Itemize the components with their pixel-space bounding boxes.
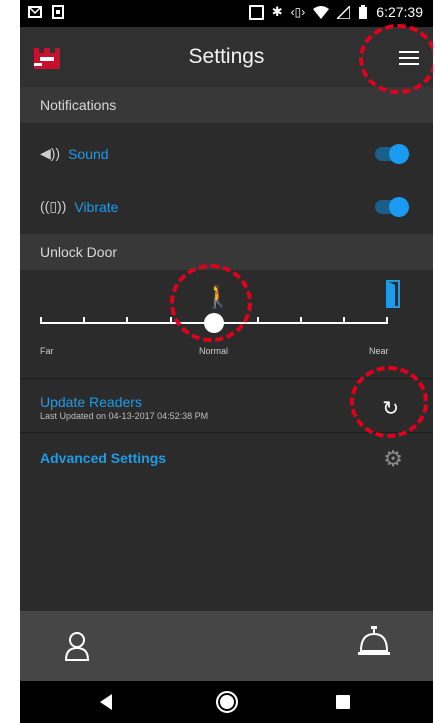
phone-screen: ✱ ‹▯› 6:27:39 Settings Notifications ◀))… — [20, 0, 433, 723]
slider-tick — [126, 317, 128, 324]
service-bell-icon[interactable] — [357, 625, 391, 659]
slider-tick — [83, 317, 85, 324]
slider-tick — [40, 317, 42, 324]
vibrate-label-group: ((▯)) Vibrate — [40, 198, 118, 215]
system-nav-bar — [20, 681, 433, 723]
slider-tick — [257, 317, 259, 324]
notifications-header: Notifications — [20, 87, 433, 123]
slider-tick — [343, 317, 345, 324]
door-icon — [386, 280, 400, 308]
status-bar: ✱ ‹▯› 6:27:39 — [20, 0, 433, 27]
update-readers-title: Update Readers — [40, 394, 142, 410]
sound-label-group: ◀)) Sound — [40, 145, 109, 162]
sound-toggle[interactable] — [375, 144, 409, 164]
advanced-settings-title: Advanced Settings — [40, 450, 167, 466]
vibrate-row[interactable]: ((▯)) Vibrate — [20, 182, 433, 236]
unlock-door-header: Unlock Door — [20, 234, 433, 270]
slider-label-far: Far — [40, 346, 54, 356]
wifi-icon — [313, 5, 330, 19]
annotation-circle-refresh — [350, 366, 428, 438]
sim-notification-icon — [52, 5, 64, 19]
cast-icon — [248, 4, 264, 20]
vibrate-toggle-knob — [389, 197, 409, 217]
gmail-icon — [28, 6, 42, 18]
person-icon[interactable] — [64, 631, 90, 661]
slider-tick — [300, 317, 302, 324]
gear-icon[interactable]: ⚙ — [383, 446, 403, 472]
annotation-circle-slider — [170, 264, 252, 342]
signal-icon — [337, 5, 351, 19]
slider-label-near: Near — [369, 346, 389, 356]
sound-label: Sound — [68, 145, 109, 162]
status-left-icons — [28, 5, 64, 19]
back-icon[interactable] — [100, 694, 112, 710]
slider-tick — [170, 317, 172, 324]
vibrate-status-icon: ‹▯› — [290, 5, 306, 19]
advanced-settings-row[interactable]: Advanced Settings ⚙ — [20, 434, 433, 482]
battery-icon — [359, 5, 368, 19]
home-icon[interactable] — [216, 691, 238, 713]
annotation-circle-menu — [359, 24, 433, 94]
bluetooth-icon: ✱ — [271, 4, 283, 19]
status-time: 6:27:39 — [376, 4, 423, 20]
bottom-nav — [20, 611, 433, 681]
speaker-icon: ◀)) — [40, 145, 61, 161]
recents-icon[interactable] — [336, 695, 350, 709]
sound-toggle-knob — [389, 144, 409, 164]
status-right-icons: ✱ ‹▯› 6:27:39 — [248, 4, 423, 20]
vibrate-icon: ((▯)) — [40, 198, 67, 214]
last-updated-text: Last Updated on 04-13-2017 04:52:38 PM — [40, 411, 209, 421]
slider-tick — [386, 317, 388, 324]
vibrate-toggle[interactable] — [375, 197, 409, 217]
sound-row[interactable]: ◀)) Sound — [20, 129, 433, 183]
vibrate-label: Vibrate — [74, 198, 119, 215]
slider-label-normal: Normal — [199, 346, 229, 356]
